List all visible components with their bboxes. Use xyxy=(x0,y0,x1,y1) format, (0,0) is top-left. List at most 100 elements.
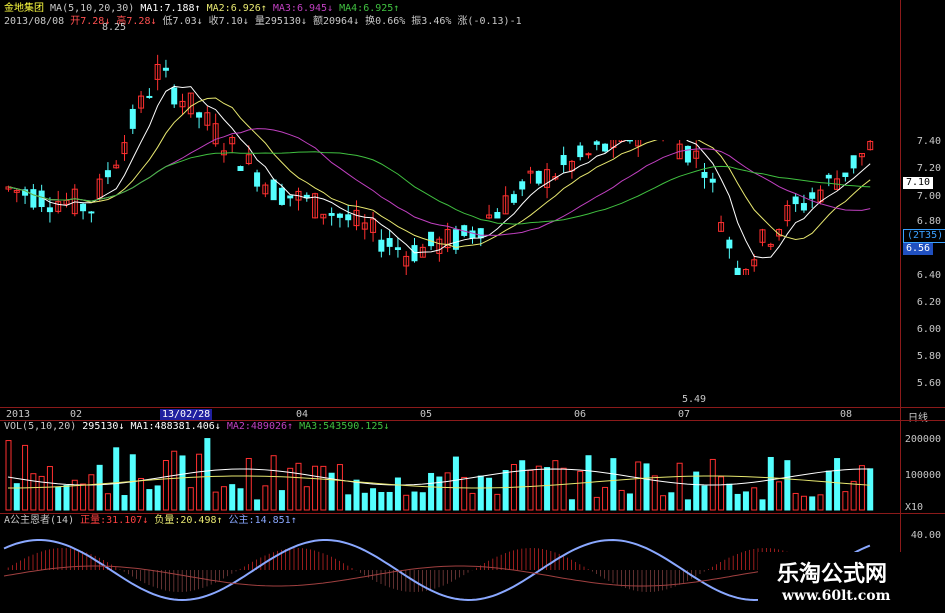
volume-chart[interactable] xyxy=(0,432,900,512)
candle-body xyxy=(510,194,517,203)
volume-bar xyxy=(138,477,145,511)
volume-bar xyxy=(817,494,824,511)
osc-positive: 正量:31.107↓ xyxy=(80,515,149,526)
date-label: 02 xyxy=(70,409,83,420)
quote-turnover: 换0.66% xyxy=(365,16,406,27)
candle-body xyxy=(88,211,95,214)
volume-bar xyxy=(254,499,261,511)
volume-bar xyxy=(278,490,285,511)
volume-bar xyxy=(494,493,501,511)
candle-body xyxy=(428,231,435,247)
quote-date: 2013/08/08 xyxy=(4,16,65,27)
price-tick: 5.60 xyxy=(916,378,941,389)
candle-body xyxy=(477,228,484,239)
volume-bar xyxy=(187,487,194,511)
volume-bar xyxy=(63,485,70,511)
osc-main: 公主:14.851↑ xyxy=(228,515,297,526)
date-axis-line xyxy=(0,407,945,408)
ma4-value: MA4:6.925↑ xyxy=(339,3,400,14)
volume-bar xyxy=(386,491,393,511)
candle-body xyxy=(535,170,542,184)
candle-body xyxy=(800,203,807,211)
volume-bar xyxy=(751,487,758,511)
candle-body xyxy=(30,189,37,208)
price-tick: 7.20 xyxy=(916,163,941,174)
volume-bar xyxy=(303,486,310,511)
price-tick: 5.80 xyxy=(916,351,941,362)
volume-bar xyxy=(792,492,799,511)
candle-body xyxy=(394,247,401,250)
price-tick: 6.20 xyxy=(916,297,941,308)
volume-bar xyxy=(162,460,169,511)
candle-body xyxy=(270,179,277,201)
volume-ma1: MA1:488381.406↓ xyxy=(130,421,221,432)
mark-price-badge: 6.56 xyxy=(903,243,934,255)
volume-bar xyxy=(220,486,227,511)
price-chart[interactable] xyxy=(0,0,900,405)
price-tick: 7.00 xyxy=(916,191,941,202)
volume-bar xyxy=(270,455,277,511)
candle-body xyxy=(104,170,111,178)
candle-body xyxy=(726,239,733,249)
volume-bar xyxy=(361,492,368,511)
candle-body xyxy=(701,171,708,178)
ma-indicator: MA(5,10,20,30) xyxy=(50,3,135,14)
candle-body xyxy=(585,153,592,156)
volume-bar xyxy=(734,493,741,511)
candle-body xyxy=(850,155,857,169)
volume-bar xyxy=(370,488,377,511)
candle-body xyxy=(577,145,584,158)
candle-body xyxy=(162,67,169,71)
volume-bar xyxy=(842,491,849,511)
volume-bar xyxy=(22,444,29,511)
volume-bar xyxy=(146,489,153,511)
volume-bar xyxy=(113,447,120,511)
volume-bar xyxy=(784,460,791,511)
candle-body xyxy=(328,213,335,216)
volume-bar xyxy=(825,470,832,511)
candle-body xyxy=(345,214,352,221)
volume-bar xyxy=(602,486,609,511)
volume-bar xyxy=(800,495,807,511)
volume-bar xyxy=(469,492,476,511)
volume-bar xyxy=(96,464,103,511)
volume-bar xyxy=(55,486,62,511)
osc-info-line: A公主恩者(14) 正量:31.107↓ 负量:20.498↑ 公主:14.85… xyxy=(4,515,297,527)
volume-tick: 200000 xyxy=(904,434,941,445)
volume-bar xyxy=(593,496,600,511)
volume-bar xyxy=(229,484,236,511)
volume-bar xyxy=(477,475,484,511)
volume-bar xyxy=(668,492,675,511)
volume-bar xyxy=(394,477,401,511)
volume-bar xyxy=(660,495,667,511)
occlusion-top-right xyxy=(535,0,900,140)
candle-body xyxy=(46,207,53,213)
volume-bar xyxy=(643,463,650,511)
candle-body xyxy=(809,192,816,199)
volume-bar xyxy=(742,491,749,511)
volume-bar xyxy=(635,461,642,511)
period-button[interactable]: 日线 xyxy=(908,409,928,424)
volume-bar xyxy=(403,494,410,511)
volume-bar xyxy=(88,474,95,511)
volume-bar xyxy=(121,495,128,511)
candle-body xyxy=(684,145,691,163)
volume-bar xyxy=(444,472,451,511)
osc-negative: 负量:20.498↑ xyxy=(154,515,223,526)
volume-bar xyxy=(452,456,459,511)
candle-body xyxy=(386,238,393,247)
volume-bar xyxy=(544,467,551,511)
date-label: 08 xyxy=(840,409,853,420)
candlestick-chart xyxy=(5,0,900,405)
candle-body xyxy=(278,187,285,205)
volume-bar xyxy=(858,465,865,511)
candle-body xyxy=(560,155,567,166)
price-tick: 6.00 xyxy=(916,324,941,335)
candle-body xyxy=(254,172,261,187)
volume-bar xyxy=(535,465,542,511)
volume-indicator: VOL(5,10,20) xyxy=(4,421,77,432)
volume-ma3: MA3:543590.125↓ xyxy=(299,421,390,432)
ma1-value: MA1:7.188↑ xyxy=(140,3,201,14)
quote-line: 2013/08/08 开7.28↓ 高7.28↓ 低7.03↓ 收7.10↓ 量… xyxy=(4,16,522,28)
volume-bar xyxy=(80,483,87,511)
